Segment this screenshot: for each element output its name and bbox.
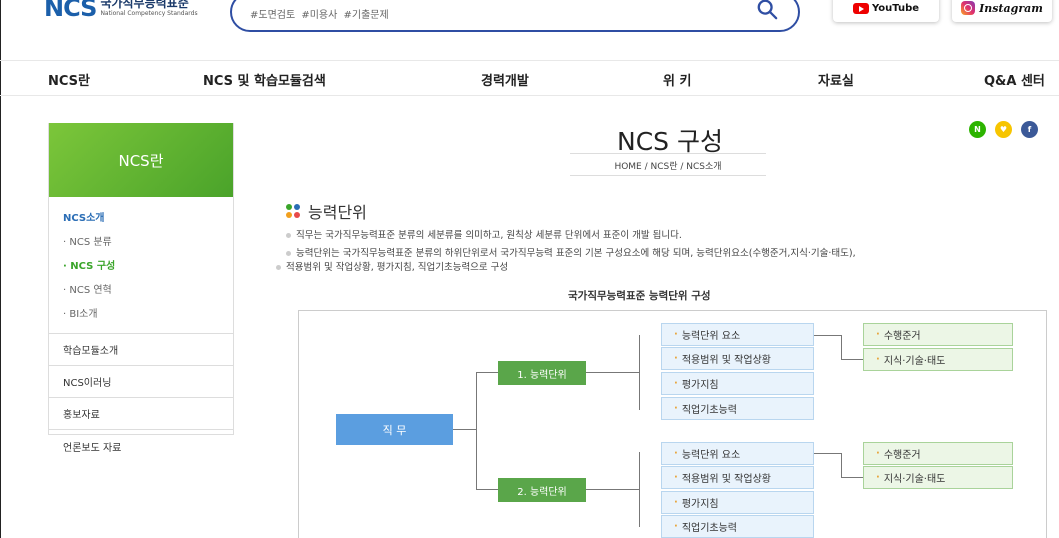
youtube-icon bbox=[852, 2, 869, 14]
connector-line bbox=[841, 359, 863, 360]
sidebar-menu-elearning[interactable]: NCS이러닝 bbox=[49, 366, 233, 398]
bullet-text-1: 직무는 국가직무능력표준 분류의 세분류를 의미하고, 원칙상 세분류 단위에서… bbox=[286, 229, 682, 243]
diagram-unit-2-sub-2: 지식·기술·태도 bbox=[863, 466, 1013, 489]
connector-line bbox=[586, 489, 639, 490]
connector-line bbox=[814, 335, 841, 336]
search-bar[interactable]: #도면검토 #미용사 #기출문제 bbox=[230, 0, 800, 32]
site-logo[interactable]: NCS 국가직무능력표준 National Competency Standar… bbox=[44, 0, 198, 26]
search-tags[interactable]: #도면검토 #미용사 #기출문제 bbox=[250, 6, 389, 21]
sidebar-menu-press[interactable]: 언론보도 자료 bbox=[49, 430, 233, 462]
sidebar-menu-promotion[interactable]: 홍보자료 bbox=[49, 398, 233, 430]
sidebar-header: NCS란 bbox=[49, 123, 233, 197]
logo-korean-text: 국가직무능력표준 bbox=[100, 0, 189, 10]
connector-line bbox=[476, 372, 498, 373]
main-nav: NCS란 NCS 및 학습모듈검색 경력개발 위 키 자료실 Q&A 센터 bbox=[0, 60, 1059, 96]
logo-mark: NCS bbox=[44, 0, 97, 22]
sidebar-item-ncs-history[interactable]: · NCS 연혁 bbox=[63, 281, 233, 296]
connector-line bbox=[476, 372, 477, 489]
diagram-unit-1-sub-2: 지식·기술·태도 bbox=[863, 348, 1013, 371]
sidebar-menu-learning-module[interactable]: 학습모듈소개 bbox=[49, 334, 233, 366]
nav-item-search[interactable]: NCS 및 학습모듈검색 bbox=[203, 70, 326, 89]
sidebar-sub-title[interactable]: NCS소개 bbox=[63, 209, 233, 224]
top-header: NCS 국가직무능력표준 National Competency Standar… bbox=[0, 0, 1059, 60]
diagram-unit-1-item-3: 평가지침 bbox=[661, 372, 814, 395]
diagram-root-job: 직 무 bbox=[336, 414, 453, 445]
connector-line bbox=[586, 372, 610, 373]
logo-english-text: National Competency Standards bbox=[100, 10, 198, 17]
nav-item-wiki[interactable]: 위 키 bbox=[663, 70, 691, 89]
bullet-text-2-content: 능력단위는 국가직무능력표준 분류의 하위단위로서 국가직무능력 표준의 기본 … bbox=[296, 248, 856, 259]
bullet-text-2b-content: 적용범위 및 작업상황, 평가지침, 직업기초능력으로 구성 bbox=[286, 262, 509, 273]
kakao-share-icon[interactable]: ♥ bbox=[995, 121, 1012, 138]
diagram-unit-1-sub-1: 수행준거 bbox=[863, 323, 1013, 346]
section-dots-icon bbox=[286, 204, 300, 218]
nav-item-library[interactable]: 자료실 bbox=[818, 70, 854, 89]
sidebar-item-ncs-structure[interactable]: · NCS 구성 bbox=[63, 257, 233, 272]
connector-line bbox=[610, 372, 639, 373]
diagram-unit-2-item-2: 적용범위 및 작업상황 bbox=[661, 466, 814, 489]
instagram-button[interactable]: Instagram bbox=[952, 0, 1052, 22]
diagram-unit-2: 2. 능력단위 bbox=[498, 478, 586, 502]
nav-item-career[interactable]: 경력개발 bbox=[481, 70, 529, 89]
sidebar: NCS란 NCS소개 · NCS 분류 · NCS 구성 · NCS 연혁 · … bbox=[48, 123, 234, 454]
diagram-unit-2-item-1: 능력단위 요소 bbox=[661, 442, 814, 465]
diagram-unit-1-item-1: 능력단위 요소 bbox=[661, 323, 814, 346]
diagram-unit-1-item-4: 직업기초능력 bbox=[661, 397, 814, 420]
diagram-unit-1: 1. 능력단위 bbox=[498, 361, 586, 385]
connector-line bbox=[841, 477, 863, 478]
bullet-text-2: 능력단위는 국가직무능력표준 분류의 하위단위로서 국가직무능력 표준의 기본 … bbox=[286, 247, 856, 261]
connector-line bbox=[841, 453, 842, 477]
structure-diagram: 직 무 1. 능력단위 능력단위 요소 적용범위 및 작업상황 평가지침 직업기… bbox=[298, 310, 1047, 538]
bullet-text-1-content: 직무는 국가직무능력표준 분류의 세분류를 의미하고, 원칙상 세분류 단위에서… bbox=[296, 230, 682, 241]
connector-line bbox=[453, 429, 476, 430]
facebook-share-icon[interactable]: f bbox=[1021, 121, 1038, 138]
instagram-label: Instagram bbox=[979, 1, 1043, 15]
diagram-unit-2-item-3: 평가지침 bbox=[661, 491, 814, 514]
sidebar-item-bi[interactable]: · BI소개 bbox=[63, 305, 233, 320]
section-heading: 능력단위 bbox=[286, 199, 367, 223]
instagram-icon bbox=[961, 1, 976, 15]
youtube-button[interactable]: YouTube bbox=[833, 0, 939, 22]
youtube-label: YouTube bbox=[871, 2, 920, 14]
nav-item-ncs[interactable]: NCS란 bbox=[48, 70, 90, 89]
connector-line bbox=[814, 453, 841, 454]
diagram-unit-2-sub-1: 수행준거 bbox=[863, 442, 1013, 465]
diagram-unit-1-item-2: 적용범위 및 작업상황 bbox=[661, 347, 814, 370]
diagram-unit-2-item-4: 직업기초능력 bbox=[661, 515, 814, 538]
search-icon[interactable] bbox=[756, 0, 778, 20]
connector-line bbox=[476, 489, 498, 490]
nav-item-qna[interactable]: Q&A 센터 bbox=[984, 70, 1045, 89]
connector-line bbox=[639, 452, 640, 527]
connector-line bbox=[639, 335, 640, 410]
sidebar-item-ncs-classification[interactable]: · NCS 분류 bbox=[63, 233, 233, 248]
breadcrumb: HOME / NCS란 / NCS소개 bbox=[570, 153, 766, 176]
naver-share-icon[interactable]: N bbox=[969, 121, 986, 138]
diagram-caption: 국가직무능력표준 능력단위 구성 bbox=[568, 290, 711, 302]
connector-line bbox=[841, 335, 842, 359]
bullet-text-2-continued: 적용범위 및 작업상황, 평가지침, 직업기초능력으로 구성 bbox=[276, 261, 508, 275]
section-title: 능력단위 bbox=[308, 203, 367, 222]
sidebar-submenu: NCS소개 · NCS 분류 · NCS 구성 · NCS 연혁 · BI소개 bbox=[49, 197, 233, 334]
